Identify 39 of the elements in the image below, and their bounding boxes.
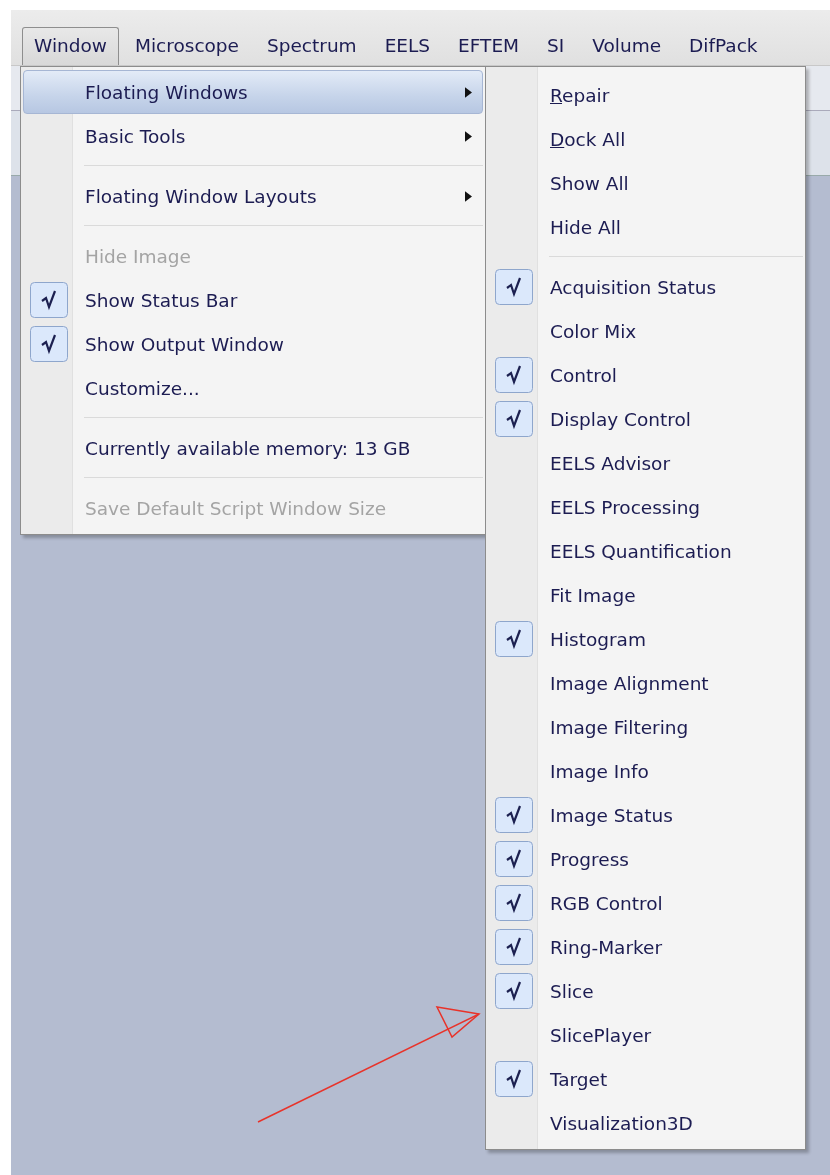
menu-item[interactable]: Control [488, 353, 803, 397]
menu-item[interactable]: Acquisition Status [488, 265, 803, 309]
menu-item[interactable]: Color Mix [488, 309, 803, 353]
menu-item[interactable]: Hide All [488, 205, 803, 249]
menu-item[interactable]: Target [488, 1057, 803, 1101]
menu-bar-item[interactable]: EFTEM [446, 27, 532, 65]
menu-item[interactable]: Basic Tools [23, 114, 483, 158]
menu-item[interactable]: Fit Image [488, 573, 803, 617]
menu-item[interactable]: SlicePlayer [488, 1013, 803, 1057]
menu-item[interactable]: Customize... [23, 366, 483, 410]
menu-item[interactable]: Floating Window Layouts [23, 174, 483, 218]
menu-item[interactable]: Image Info [488, 749, 803, 793]
menu-item[interactable]: Progress [488, 837, 803, 881]
menu-bar-item[interactable]: Microscope [122, 27, 251, 65]
menu-bar-item[interactable]: DifPack [677, 27, 770, 65]
menu-item[interactable]: Repair [488, 73, 803, 117]
menu-item[interactable]: Image Filtering [488, 705, 803, 749]
menu-item[interactable]: Show All [488, 161, 803, 205]
menu-bar-item[interactable]: Spectrum [255, 27, 369, 65]
menu-item[interactable]: Image Status [488, 793, 803, 837]
menu-bar-item[interactable]: EELS [372, 27, 443, 65]
menu-bar-item[interactable]: Window [22, 27, 119, 65]
menu-item[interactable]: EELS Advisor [488, 441, 803, 485]
menu-item[interactable]: Show Status Bar [23, 278, 483, 322]
menu-item[interactable]: Ring-Marker [488, 925, 803, 969]
menu-item[interactable]: EELS Quantification [488, 529, 803, 573]
menu-item[interactable]: Histogram [488, 617, 803, 661]
menu-bar-item[interactable]: SI [535, 27, 577, 65]
menu-item[interactable]: Floating Windows [23, 70, 483, 114]
menu-item[interactable]: Slice [488, 969, 803, 1013]
menu-item[interactable]: Dock All [488, 117, 803, 161]
menu-bar-item[interactable]: Volume [580, 27, 674, 65]
menu-item[interactable]: Visualization3D [488, 1101, 803, 1145]
menu-item[interactable]: RGB Control [488, 881, 803, 925]
menu-item[interactable]: Currently available memory: 13 GB [23, 426, 483, 470]
menu-item[interactable]: EELS Processing [488, 485, 803, 529]
menu-item[interactable]: Display Control [488, 397, 803, 441]
menu-item[interactable]: Show Output Window [23, 322, 483, 366]
menu-item[interactable]: Image Alignment [488, 661, 803, 705]
